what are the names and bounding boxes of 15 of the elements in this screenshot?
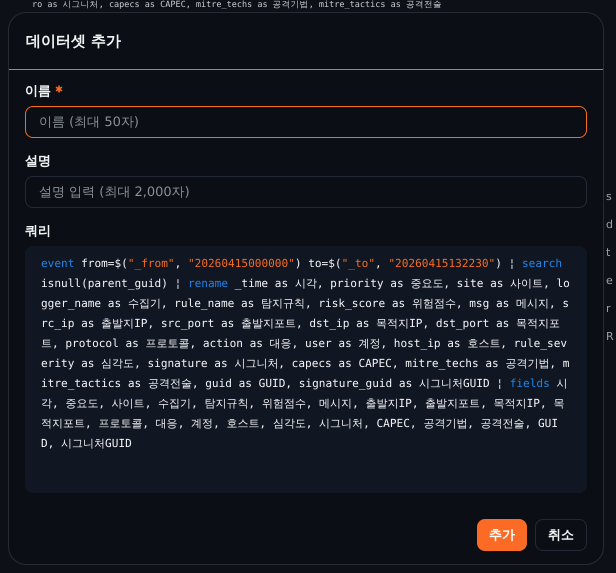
background-text-fragment: s: [606, 190, 613, 203]
dialog-title: 데이터셋 추가: [26, 32, 122, 50]
background-text-fragment: d: [606, 218, 614, 231]
background-text-fragment: R: [606, 330, 614, 343]
background-text-fragment: t: [606, 246, 612, 259]
text-input-field[interactable]: 이름 (최대 50자): [25, 106, 587, 138]
cancel-button[interactable]: 취소: [535, 519, 587, 551]
background-text-fragment: r: [606, 302, 612, 315]
background-code-text: ro as 시그니처, capecs as CAPEC, mitre_techs as 공격기법, mitre_tactics as 공격전술: [32, 0, 442, 11]
field-label: 설명: [25, 153, 51, 170]
query-code-editor[interactable]: event from=$("_from", "20260415000000") to=$("_to", "20260415132230") ¦ search isnull(parent_guid) ¦ rename _time as 시각, priority as 중요도, site as 사이트, logger_name as 수집기, rule_name as 탐지규칙, risk_score as 위험점수, msg as 메시지, src_ip as 출발지IP, src_port as 출발지포트, dst_ip as 목적지IP, dst_port as 목적지포트, protocol as 프로토콜, action as 대응, user as 계정, host_ip as 호스트, rule_severity as 심각도, signature as 시그니처, capecs as CAPEC, mitre_techs as 공격기법, mitre_tactics as 공격전술, guid as GUID, signature_guid as 시그니처GUID ¦ fields 시각, 중요도, 사이트, 수집기, 탐지규칙, 위험점수, 메시지, 출발지IP, 출발지포트, 목적지IP, 목적지포트, 프로토콜, 대응, 계정, 호스트, 심각도, 시그니처, CAPEC, 공격기법, 공격전술, GUID, 시그니처GUID: [25, 246, 587, 493]
text-input-field[interactable]: 설명 입력 (최대 2,000자): [25, 176, 587, 208]
background-text-fragment: e: [606, 274, 614, 287]
field-label: 이름: [25, 83, 51, 100]
field-label: 쿼리: [25, 223, 51, 240]
